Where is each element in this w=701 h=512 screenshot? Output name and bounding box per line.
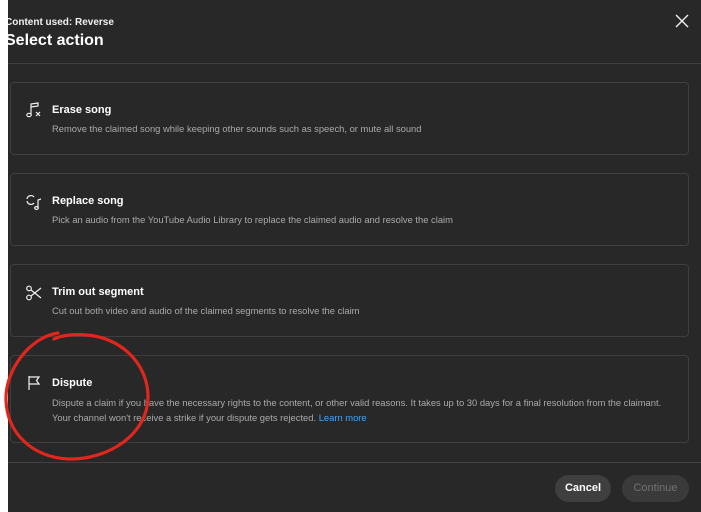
scissors-icon <box>26 285 42 301</box>
music-note-icon <box>26 102 41 118</box>
option-trim-out-segment[interactable]: Trim out segment Cut out both video and … <box>10 264 689 337</box>
option-dispute[interactable]: Dispute Dispute a claim if you have the … <box>10 355 689 443</box>
cancel-button[interactable]: Cancel <box>555 475 611 502</box>
option-title: Trim out segment <box>52 286 144 298</box>
option-description: Dispute a claim if you have the necessar… <box>52 395 672 425</box>
dialog-header: Content used: Reverse Select action <box>8 0 701 64</box>
dialog-title: Select action <box>8 32 104 49</box>
learn-more-link[interactable]: Learn more <box>319 412 367 423</box>
dialog-footer: Cancel Continue <box>8 462 701 512</box>
option-description: Remove the claimed song while keeping ot… <box>52 123 422 134</box>
option-description: Pick an audio from the YouTube Audio Lib… <box>52 214 453 225</box>
option-replace-song[interactable]: Replace song Pick an audio from the YouT… <box>10 173 689 246</box>
continue-button[interactable]: Continue <box>622 475 689 502</box>
content-used-label: Content used: Reverse <box>8 17 114 28</box>
flag-icon <box>28 376 41 390</box>
option-title: Replace song <box>52 195 124 207</box>
close-icon[interactable] <box>671 10 693 32</box>
option-title: Dispute <box>52 377 93 389</box>
option-erase-song[interactable]: Erase song Remove the claimed song while… <box>10 82 689 155</box>
swap-audio-icon <box>26 195 42 211</box>
option-title: Erase song <box>52 104 112 116</box>
option-description: Cut out both video and audio of the clai… <box>52 305 360 316</box>
select-action-dialog: Content used: Reverse Select action Eras… <box>8 0 701 512</box>
